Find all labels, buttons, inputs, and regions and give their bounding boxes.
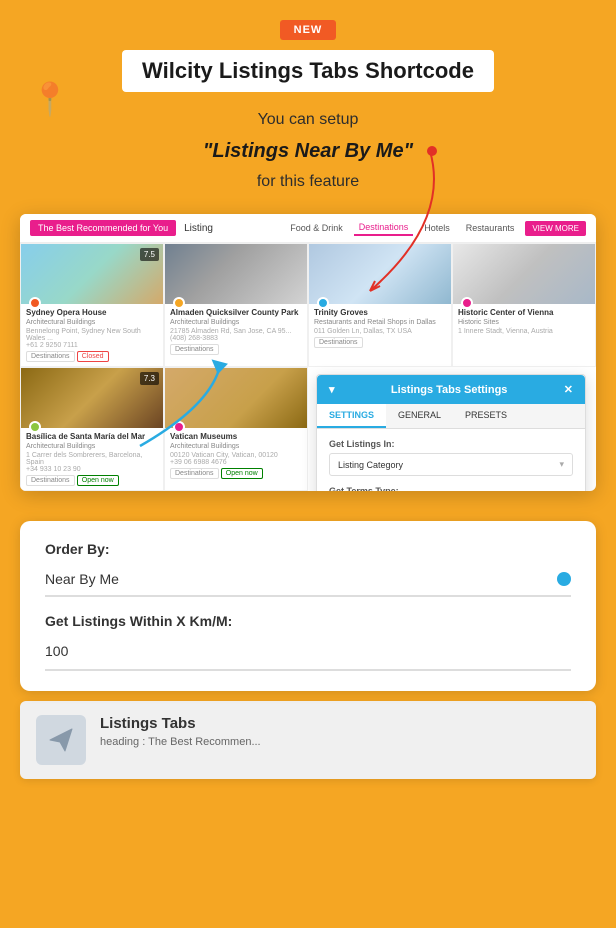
new-badge: NEW bbox=[280, 20, 337, 40]
listing-card: Almaden Quicksilver County Park Architec… bbox=[164, 243, 308, 367]
card-address: 21785 Almaden Rd, San Jose, CA 95... bbox=[170, 328, 302, 335]
get-listings-in-value: Listing Category bbox=[338, 460, 403, 470]
card-address: 1 Carrer dels Sombrerers, Barcelona, Spa… bbox=[26, 452, 158, 466]
card-address: Bennelong Point, Sydney New South Wales … bbox=[26, 328, 158, 342]
best-recommended-badge: The Best Recommended for You bbox=[30, 220, 176, 236]
screenshot-outer: The Best Recommended for You Listing Foo… bbox=[0, 214, 616, 511]
order-form-panel: Order By: Near By Me Get Listings Within… bbox=[20, 521, 596, 691]
card-phone: (408) 268-3883 bbox=[170, 335, 302, 342]
view-more-button[interactable]: VIEW MORE bbox=[525, 221, 586, 236]
tab-food-drink[interactable]: Food & Drink bbox=[285, 221, 348, 235]
card-image-vatican bbox=[165, 368, 307, 428]
listing-card: 7.3 Basílica de Santa María del Mar Arch… bbox=[20, 367, 164, 491]
card-address: 1 Innere Stadt, Vienna, Austria bbox=[458, 328, 590, 335]
listing-card: 7.5 Sydney Opera House Architectural Bui… bbox=[20, 243, 164, 367]
card-status-badge: Closed bbox=[77, 351, 109, 362]
listings-tabs-title: Listings Tabs bbox=[100, 715, 580, 732]
card-sub: Architectural Buildings bbox=[170, 443, 302, 450]
header-section: Wilcity Listings Tabs Shortcode You can … bbox=[0, 50, 616, 214]
tab-presets[interactable]: PRESETS bbox=[453, 404, 519, 428]
settings-body: Get Listings In: Listing Category Get Te… bbox=[317, 429, 585, 491]
card-category-badge: Destinations bbox=[170, 468, 219, 479]
listing-card: Historic Center of Vienna Historic Sites… bbox=[452, 243, 596, 367]
settings-panel-header: ▾ Listings Tabs Settings ✕ bbox=[317, 375, 585, 404]
card-dot bbox=[29, 297, 41, 309]
settings-chevron-icon: ▾ bbox=[329, 383, 335, 396]
settings-panel: ▾ Listings Tabs Settings ✕ SETTINGS GENE… bbox=[316, 374, 586, 491]
get-listings-in-select[interactable]: Listing Category bbox=[329, 453, 573, 476]
get-listings-label: Get Listings Within X Km/M: bbox=[45, 613, 571, 629]
card-image-almaden bbox=[165, 244, 307, 304]
listings-tabs-card: Listings Tabs heading : The Best Recomme… bbox=[20, 701, 596, 779]
tab-settings[interactable]: SETTINGS bbox=[317, 404, 386, 428]
card-title: Trinity Groves bbox=[314, 308, 446, 317]
subtitle-line3: for this feature bbox=[257, 173, 359, 190]
card-sub: Historic Sites bbox=[458, 319, 590, 326]
tab-general[interactable]: GENERAL bbox=[386, 404, 453, 428]
card-category-badge: Destinations bbox=[170, 344, 219, 355]
listing-label: Listing bbox=[184, 223, 213, 234]
subtitle-line1: You can setup bbox=[258, 111, 359, 128]
card-image-trinity bbox=[309, 244, 451, 304]
page-title: Wilcity Listings Tabs Shortcode bbox=[122, 50, 494, 92]
chevron-down-icon bbox=[559, 459, 564, 470]
app-screenshot: The Best Recommended for You Listing Foo… bbox=[20, 214, 596, 491]
card-phone: +61 2 9250 7111 bbox=[26, 342, 158, 349]
header-subtitle: You can setup "Listings Near By Me" for … bbox=[30, 108, 586, 194]
card-dot bbox=[29, 421, 41, 433]
settings-tabs-row: SETTINGS GENERAL PRESETS bbox=[317, 404, 585, 429]
settings-close-icon[interactable]: ✕ bbox=[564, 383, 573, 396]
card-address: 011 Golden Ln, Dallas, TX USA bbox=[314, 328, 446, 335]
card-category-badge: Destinations bbox=[314, 337, 363, 348]
new-badge-wrap: NEW bbox=[0, 0, 616, 40]
card-category-badge: Destinations bbox=[26, 475, 75, 486]
tab-restaurants[interactable]: Restaurants bbox=[461, 221, 520, 235]
card-status-badge: Open now bbox=[221, 468, 263, 479]
card-dot bbox=[173, 297, 185, 309]
card-title: Vatican Museums bbox=[170, 432, 302, 441]
card-dot bbox=[317, 297, 329, 309]
listing-card: Vatican Museums Architectural Buildings … bbox=[164, 367, 308, 491]
tab-hotels[interactable]: Hotels bbox=[419, 221, 455, 235]
card-dot bbox=[173, 421, 185, 433]
card-category-badge: Destinations bbox=[26, 351, 75, 362]
order-by-input[interactable]: Near By Me bbox=[45, 565, 571, 597]
order-by-value: Near By Me bbox=[45, 571, 119, 587]
order-by-label: Order By: bbox=[45, 541, 571, 557]
card-dot bbox=[461, 297, 473, 309]
rating-badge: 7.3 bbox=[140, 372, 159, 385]
card-status-badge: Open now bbox=[77, 475, 119, 486]
card-sub: Architectural Buildings bbox=[26, 443, 158, 450]
get-listings-value: 100 bbox=[45, 643, 68, 659]
rating-badge: 7.5 bbox=[140, 248, 159, 261]
card-address: 00120 Vatican City, Vatican, 00120 bbox=[170, 452, 302, 459]
app-topbar: The Best Recommended for You Listing Foo… bbox=[20, 214, 596, 243]
listings-tabs-card-icon bbox=[36, 715, 86, 765]
card-image-vienna bbox=[453, 244, 595, 304]
get-listings-input[interactable]: 100 bbox=[45, 637, 571, 671]
app-nav-tabs: Food & Drink Destinations Hotels Restaur… bbox=[285, 220, 586, 236]
card-title: Historic Center of Vienna bbox=[458, 308, 590, 317]
listing-card: Trinity Groves Restaurants and Retail Sh… bbox=[308, 243, 452, 367]
send-icon bbox=[47, 726, 75, 754]
card-sub: Architectural Buildings bbox=[170, 319, 302, 326]
tab-destinations[interactable]: Destinations bbox=[354, 220, 414, 236]
card-sub: Restaurants and Retail Shops in Dallas bbox=[314, 319, 446, 326]
card-title: Almaden Quicksilver County Park bbox=[170, 308, 302, 317]
listings-tabs-subtitle: heading : The Best Recommen... bbox=[100, 736, 580, 748]
decorative-pin: 📍 bbox=[30, 80, 70, 118]
get-terms-type-label: Get Terms Type: bbox=[329, 486, 573, 491]
listings-tabs-card-text: Listings Tabs heading : The Best Recomme… bbox=[100, 715, 580, 748]
card-sub: Architectural Buildings bbox=[26, 319, 158, 326]
card-title: Sydney Opera House bbox=[26, 308, 158, 317]
card-phone: +34 933 10 23 90 bbox=[26, 466, 158, 473]
settings-title: Listings Tabs Settings bbox=[391, 384, 508, 396]
card-phone: +39 06 6988 4676 bbox=[170, 459, 302, 466]
card-title: Basílica de Santa María del Mar bbox=[26, 432, 158, 441]
subtitle-line2: "Listings Near By Me" bbox=[30, 136, 586, 166]
near-me-dot-icon bbox=[557, 572, 571, 586]
get-listings-in-label: Get Listings In: bbox=[329, 439, 573, 449]
